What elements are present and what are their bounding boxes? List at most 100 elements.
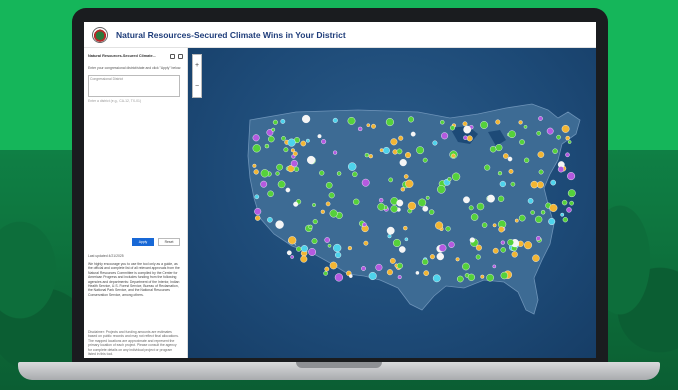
project-marker[interactable] <box>489 145 497 153</box>
project-marker[interactable] <box>379 148 384 153</box>
project-marker[interactable] <box>514 218 519 223</box>
project-marker[interactable] <box>498 195 505 202</box>
project-marker[interactable] <box>396 148 403 155</box>
project-marker[interactable] <box>361 178 370 187</box>
project-marker[interactable] <box>390 138 398 146</box>
project-marker[interactable] <box>361 266 366 271</box>
project-marker[interactable] <box>285 187 291 193</box>
info-icon[interactable] <box>170 53 175 59</box>
project-marker[interactable] <box>416 146 425 155</box>
project-marker[interactable] <box>312 219 318 225</box>
project-marker[interactable] <box>301 114 311 124</box>
project-marker[interactable] <box>466 135 473 142</box>
project-marker[interactable] <box>388 177 393 183</box>
project-marker[interactable] <box>540 210 546 215</box>
project-marker[interactable] <box>481 222 488 228</box>
project-marker[interactable] <box>499 180 506 188</box>
project-marker[interactable] <box>507 156 513 162</box>
project-marker[interactable] <box>324 237 330 243</box>
project-marker[interactable] <box>410 131 416 137</box>
project-marker[interactable] <box>323 271 328 276</box>
project-marker[interactable] <box>480 274 485 279</box>
project-marker[interactable] <box>254 207 262 215</box>
project-marker[interactable] <box>418 198 427 207</box>
project-marker[interactable] <box>327 243 332 248</box>
project-marker[interactable] <box>293 201 299 207</box>
project-marker[interactable] <box>252 134 260 142</box>
project-marker[interactable] <box>552 148 558 154</box>
project-marker[interactable] <box>389 257 396 264</box>
project-marker[interactable] <box>399 158 407 167</box>
project-marker[interactable] <box>438 244 447 252</box>
collapse-panel-icon[interactable]: ‹ <box>294 238 300 250</box>
project-marker[interactable] <box>469 237 475 243</box>
project-marker[interactable] <box>333 150 338 155</box>
zoom-out-button[interactable]: − <box>195 83 199 90</box>
project-marker[interactable] <box>260 180 268 188</box>
project-marker[interactable] <box>527 198 534 204</box>
project-marker[interactable] <box>530 180 538 189</box>
project-marker[interactable] <box>548 217 556 225</box>
map-canvas[interactable] <box>188 48 596 358</box>
project-marker[interactable] <box>495 119 501 125</box>
project-marker[interactable] <box>382 146 390 154</box>
project-marker[interactable] <box>398 246 406 253</box>
project-marker[interactable] <box>475 244 482 251</box>
project-marker[interactable] <box>507 239 514 246</box>
project-marker[interactable] <box>347 246 352 251</box>
project-marker[interactable] <box>378 197 384 203</box>
project-marker[interactable] <box>557 166 565 173</box>
project-marker[interactable] <box>562 217 568 223</box>
project-marker[interactable] <box>524 241 533 250</box>
project-marker[interactable] <box>432 140 438 146</box>
project-marker[interactable] <box>387 234 392 239</box>
project-marker[interactable] <box>328 192 335 199</box>
project-marker[interactable] <box>403 174 409 179</box>
project-marker[interactable] <box>445 226 451 232</box>
project-marker[interactable] <box>325 201 331 207</box>
project-marker[interactable] <box>495 144 503 152</box>
project-marker[interactable] <box>500 240 505 245</box>
project-marker[interactable] <box>423 270 429 276</box>
project-marker[interactable] <box>386 269 393 276</box>
project-marker[interactable] <box>567 189 576 198</box>
project-marker[interactable] <box>392 238 401 247</box>
project-marker[interactable] <box>519 139 525 145</box>
project-marker[interactable] <box>390 205 398 213</box>
project-marker[interactable] <box>312 203 316 207</box>
project-marker[interactable] <box>470 213 479 221</box>
project-marker[interactable] <box>407 116 414 123</box>
project-marker[interactable] <box>275 171 280 176</box>
project-marker[interactable] <box>375 263 383 271</box>
project-marker[interactable] <box>366 123 371 127</box>
project-marker[interactable] <box>538 116 543 121</box>
project-marker[interactable] <box>441 132 449 140</box>
project-marker[interactable] <box>508 169 514 174</box>
project-marker[interactable] <box>385 118 394 127</box>
project-marker[interactable] <box>335 251 342 259</box>
project-marker[interactable] <box>447 177 452 182</box>
project-marker[interactable] <box>487 194 495 203</box>
project-marker[interactable] <box>432 274 441 283</box>
project-marker[interactable] <box>264 143 270 149</box>
project-marker[interactable] <box>535 235 541 241</box>
project-marker[interactable] <box>567 172 576 181</box>
project-marker[interactable] <box>407 201 417 211</box>
project-marker[interactable] <box>497 171 503 176</box>
project-marker[interactable] <box>566 207 572 213</box>
project-marker[interactable] <box>368 154 373 159</box>
project-marker[interactable] <box>475 254 481 260</box>
project-marker[interactable] <box>252 163 257 168</box>
project-marker[interactable] <box>252 144 261 153</box>
project-marker[interactable] <box>468 205 474 211</box>
project-marker[interactable] <box>456 275 464 283</box>
project-marker[interactable] <box>253 169 259 175</box>
project-marker[interactable] <box>336 171 342 176</box>
project-marker[interactable] <box>561 199 568 206</box>
project-marker[interactable] <box>254 215 261 221</box>
project-marker[interactable] <box>403 225 408 231</box>
project-marker[interactable] <box>352 171 358 178</box>
project-marker[interactable] <box>450 125 456 131</box>
project-marker[interactable] <box>480 121 488 129</box>
project-marker[interactable] <box>363 240 369 246</box>
